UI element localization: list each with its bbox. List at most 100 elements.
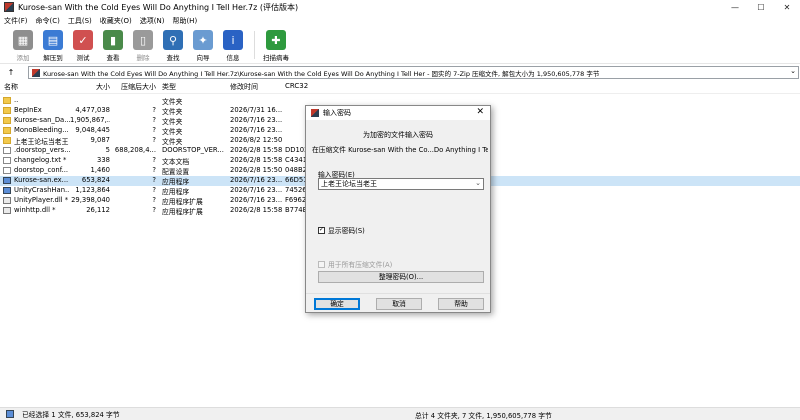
cell-packed: ?: [152, 176, 156, 184]
cell-type: 文件夹: [162, 128, 183, 136]
checkbox-checked-icon: ✓: [318, 226, 325, 234]
dll-icon: [3, 207, 11, 214]
password-input[interactable]: 上老王论坛当老王 ⌄: [318, 178, 484, 190]
cell-type: 文件夹: [162, 138, 183, 146]
title-bar: Kurose-san With the Cold Eyes Will Do An…: [0, 0, 800, 14]
menu-help[interactable]: 帮助(H): [172, 16, 197, 26]
toolbar-label: 查看: [106, 54, 120, 62]
address-path: Kurose-san With the Cold Eyes Will Do An…: [43, 69, 600, 78]
view-button[interactable]: ▮ 查看: [98, 28, 128, 62]
show-password-label: 显示密码(S): [328, 227, 365, 235]
dialog-divider: [306, 293, 490, 294]
wizard-button[interactable]: ✦ 向导: [188, 28, 218, 62]
cell-packed: ?: [152, 166, 156, 174]
cell-type: 应用程序扩展: [162, 198, 203, 206]
info-icon: i: [223, 30, 243, 50]
close-button[interactable]: ✕: [774, 0, 800, 14]
maximize-button[interactable]: ☐: [748, 0, 774, 14]
cell-modified: 2026/7/16 23...: [230, 176, 282, 184]
info-button[interactable]: i 信息: [218, 28, 248, 62]
folder-icon: [3, 137, 11, 144]
toolbar-label: 添加: [16, 54, 30, 62]
cell-name: UnityCrashHan...: [14, 186, 70, 194]
dialog-heading: 为加密的文件输入密码: [363, 131, 433, 139]
cell-packed: ?: [152, 186, 156, 194]
find-button[interactable]: ⚲ 查找: [158, 28, 188, 62]
menu-file[interactable]: 文件(F): [4, 16, 28, 26]
extract-button[interactable]: ▤ 解压到: [38, 28, 68, 62]
cell-modified: 2026/2/8 15:58: [230, 146, 282, 154]
cell-type: 文件夹: [162, 118, 183, 126]
column-name[interactable]: 名称: [4, 82, 60, 92]
folder-icon: [3, 97, 11, 104]
menu-bar: 文件(F) 命令(C) 工具(S) 收藏夹(O) 选项(N) 帮助(H): [0, 15, 800, 27]
chevron-down-icon[interactable]: ⌄: [475, 179, 481, 187]
menu-commands[interactable]: 命令(C): [36, 16, 60, 26]
ok-button[interactable]: 确定: [314, 298, 360, 310]
cell-size: 1,905,867,...: [70, 116, 110, 124]
toolbar-label: 查找: [166, 54, 180, 62]
dialog-archive-line: 在压缩文件 Kurose-san With the Co...Do Anythi…: [312, 146, 488, 154]
cancel-button[interactable]: 取消: [376, 298, 422, 310]
delete-button[interactable]: ▯ 删除: [128, 28, 158, 62]
winrar-app-icon: [4, 2, 14, 12]
cell-modified: 2026/7/16 23...: [230, 196, 282, 204]
virus-scan-button[interactable]: ✚ 扫描病毒: [261, 28, 291, 62]
add-button[interactable]: ▦ 添加: [8, 28, 38, 62]
cell-packed: 688,208,4...: [114, 146, 156, 154]
cell-size: 1,460: [90, 166, 110, 174]
column-packed[interactable]: 压缩后大小: [112, 82, 156, 92]
dialog-close-icon[interactable]: ✕: [476, 107, 484, 117]
manage-passwords-button[interactable]: 整理密码(O)...: [318, 271, 484, 283]
find-icon: ⚲: [163, 30, 183, 50]
cell-name: BepInEx: [14, 106, 42, 114]
archive-icon: [32, 69, 40, 77]
exe-icon: [3, 187, 11, 194]
test-button[interactable]: ✓ 测试: [68, 28, 98, 62]
column-type[interactable]: 类型: [162, 82, 226, 92]
cell-size: 1,123,864: [75, 186, 110, 194]
file-icon: [3, 147, 11, 154]
cell-size: 9,048,445: [75, 126, 110, 134]
cell-size: 26,112: [86, 206, 110, 214]
address-field[interactable]: Kurose-san With the Cold Eyes Will Do An…: [28, 66, 799, 79]
toolbar-label: 向导: [196, 54, 210, 62]
menu-options[interactable]: 选项(N): [140, 16, 165, 26]
cell-name: MonoBleeding...: [14, 126, 69, 134]
cell-size: 9,087: [90, 136, 110, 144]
column-modified[interactable]: 修改时间: [230, 82, 282, 92]
chevron-down-icon[interactable]: ⌄: [790, 67, 796, 75]
column-size[interactable]: 大小: [70, 82, 110, 92]
toolbar-label: 信息: [226, 54, 240, 62]
cell-name: doorstop_conf...: [14, 166, 69, 174]
cell-size: 29,398,040: [71, 196, 110, 204]
cell-name: .doorstop_vers...: [14, 146, 70, 154]
status-selection: 已经选择 1 文件, 653,824 字节: [22, 411, 120, 419]
address-bar: ↑ Kurose-san With the Cold Eyes Will Do …: [0, 66, 800, 79]
cell-packed: ?: [152, 136, 156, 144]
show-password-checkbox[interactable]: ✓ 显示密码(S): [318, 225, 365, 235]
cell-name: 上老王论坛当老王: [14, 138, 69, 146]
up-folder-button[interactable]: ↑: [0, 66, 22, 79]
toolbar: ▦ 添加 ▤ 解压到 ✓ 测试 ▮ 查看 ▯ 删除 ⚲ 查找 ✦ 向导 i 信息 ✚ 扫描病毒: [0, 28, 800, 64]
cell-type: 文本文档: [162, 158, 190, 166]
cell-modified: 2026/7/31 16...: [230, 106, 282, 114]
dll-icon: [3, 197, 11, 204]
cell-modified: 2026/7/16 23...: [230, 186, 282, 194]
column-crc[interactable]: CRC32: [285, 82, 325, 90]
cell-name: ..: [14, 96, 19, 104]
minimize-button[interactable]: —: [722, 0, 748, 14]
cell-packed: ?: [152, 116, 156, 124]
virus-scan-icon: ✚: [266, 30, 286, 50]
help-button[interactable]: 帮助: [438, 298, 484, 310]
password-value: 上老王论坛当老王: [321, 180, 377, 188]
all-archives-checkbox[interactable]: 用于所有压缩文件(A): [318, 259, 392, 269]
cell-size: 5: [105, 146, 110, 154]
menu-tools[interactable]: 工具(S): [68, 16, 92, 26]
cell-modified: 2026/2/8 15:58: [230, 156, 282, 164]
menu-favorites[interactable]: 收藏夹(O): [100, 16, 132, 26]
toolbar-label: 删除: [136, 54, 150, 62]
cell-modified: 2026/2/8 15:50: [230, 166, 282, 174]
cell-type: 文件夹: [162, 108, 183, 116]
toolbar-separator: [254, 31, 255, 59]
